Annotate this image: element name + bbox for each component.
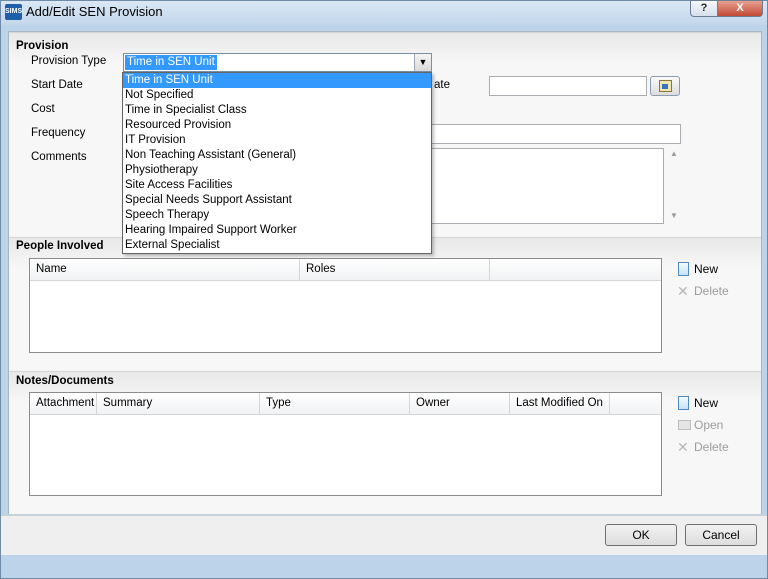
column-header-owner[interactable]: Owner: [410, 393, 510, 414]
dropdown-option[interactable]: Hearing Impaired Support Worker: [123, 223, 431, 238]
notes-grid[interactable]: Attachment Summary Type Owner Last Modif…: [29, 392, 662, 496]
close-button[interactable]: X: [717, 0, 763, 17]
sims-app-icon: SIMS: [5, 4, 22, 20]
notes-delete-label: Delete: [694, 440, 729, 454]
dialog-footer: OK Cancel: [1, 515, 767, 555]
scroll-up-icon[interactable]: ▲: [670, 149, 678, 158]
provision-section-title: Provision: [16, 40, 69, 52]
dropdown-option[interactable]: IT Provision: [123, 133, 431, 148]
column-header-last-modified[interactable]: Last Modified On: [510, 393, 610, 414]
people-section-title: People Involved: [16, 240, 104, 252]
start-date-label: Start Date: [31, 79, 83, 91]
notes-grid-header: Attachment Summary Type Owner Last Modif…: [30, 393, 661, 415]
notes-new-label: New: [694, 396, 719, 410]
notes-section-title: Notes/Documents: [16, 375, 114, 387]
dialog-window: SIMS Add/Edit SEN Provision ? X Provisio…: [0, 0, 768, 579]
new-document-icon: [678, 262, 689, 276]
dropdown-option[interactable]: Non Teaching Assistant (General): [123, 148, 431, 163]
dialog-body: Provision Provision Type Time in SEN Uni…: [8, 31, 762, 514]
scroll-down-icon[interactable]: ▼: [670, 211, 678, 220]
dropdown-option[interactable]: Speech Therapy: [123, 208, 431, 223]
frequency-input[interactable]: [429, 124, 681, 144]
comments-input[interactable]: [429, 148, 664, 224]
column-header-filler: [490, 259, 661, 280]
help-button[interactable]: ?: [690, 0, 718, 17]
delete-icon: ✕: [677, 439, 689, 455]
dropdown-option[interactable]: Physiotherapy: [123, 163, 431, 178]
end-date-input[interactable]: [489, 76, 647, 96]
dropdown-option[interactable]: Resourced Provision: [123, 118, 431, 133]
provision-type-label: Provision Type: [31, 55, 107, 67]
people-delete-label: Delete: [694, 284, 729, 298]
notes-open-button[interactable]: Open: [677, 416, 723, 434]
notes-delete-button[interactable]: ✕ Delete: [677, 438, 729, 456]
provision-type-dropdown[interactable]: Time in SEN Unit Not Specified Time in S…: [122, 72, 432, 254]
status-bar: [1, 556, 767, 578]
dropdown-option[interactable]: Time in Specialist Class: [123, 103, 431, 118]
title-bar[interactable]: SIMS Add/Edit SEN Provision ? X: [1, 0, 767, 25]
column-header-type[interactable]: Type: [260, 393, 410, 414]
comments-label: Comments: [31, 151, 87, 163]
people-new-button[interactable]: New: [677, 260, 718, 278]
dropdown-option[interactable]: Not Specified: [123, 88, 431, 103]
calendar-icon: [659, 80, 672, 92]
provision-type-combo[interactable]: Time in SEN Unit ▼: [123, 53, 432, 72]
delete-icon: ✕: [677, 283, 689, 299]
people-grid-header: Name Roles: [30, 259, 661, 281]
column-header-filler: [610, 393, 661, 414]
ok-button[interactable]: OK: [605, 524, 677, 546]
cancel-button[interactable]: Cancel: [685, 524, 757, 546]
notes-open-label: Open: [694, 418, 724, 432]
dropdown-option[interactable]: Site Access Facilities: [123, 178, 431, 193]
provision-type-value: Time in SEN Unit: [125, 55, 217, 70]
calendar-button[interactable]: [650, 76, 680, 96]
notes-new-button[interactable]: New: [677, 394, 718, 412]
window-title: Add/Edit SEN Provision: [26, 4, 163, 19]
column-header-summary[interactable]: Summary: [97, 393, 260, 414]
end-date-label: ate: [434, 79, 450, 91]
column-header-name[interactable]: Name: [30, 259, 300, 280]
frequency-label: Frequency: [31, 127, 86, 139]
dropdown-option[interactable]: External Specialist: [123, 238, 431, 253]
dropdown-option[interactable]: Time in SEN Unit: [123, 73, 431, 88]
people-new-label: New: [694, 262, 719, 276]
column-header-roles[interactable]: Roles: [300, 259, 490, 280]
people-grid[interactable]: Name Roles: [29, 258, 662, 353]
new-document-icon: [678, 396, 689, 410]
dropdown-option[interactable]: Special Needs Support Assistant: [123, 193, 431, 208]
column-header-attachment[interactable]: Attachment: [30, 393, 97, 414]
cost-label: Cost: [31, 103, 55, 115]
chevron-down-icon[interactable]: ▼: [414, 54, 431, 71]
people-section: People Involved Name Roles New ✕ Delete: [9, 237, 761, 370]
folder-open-icon: [678, 420, 691, 430]
notes-section: Notes/Documents Attachment Summary Type …: [9, 371, 761, 514]
people-delete-button[interactable]: ✕ Delete: [677, 282, 729, 300]
